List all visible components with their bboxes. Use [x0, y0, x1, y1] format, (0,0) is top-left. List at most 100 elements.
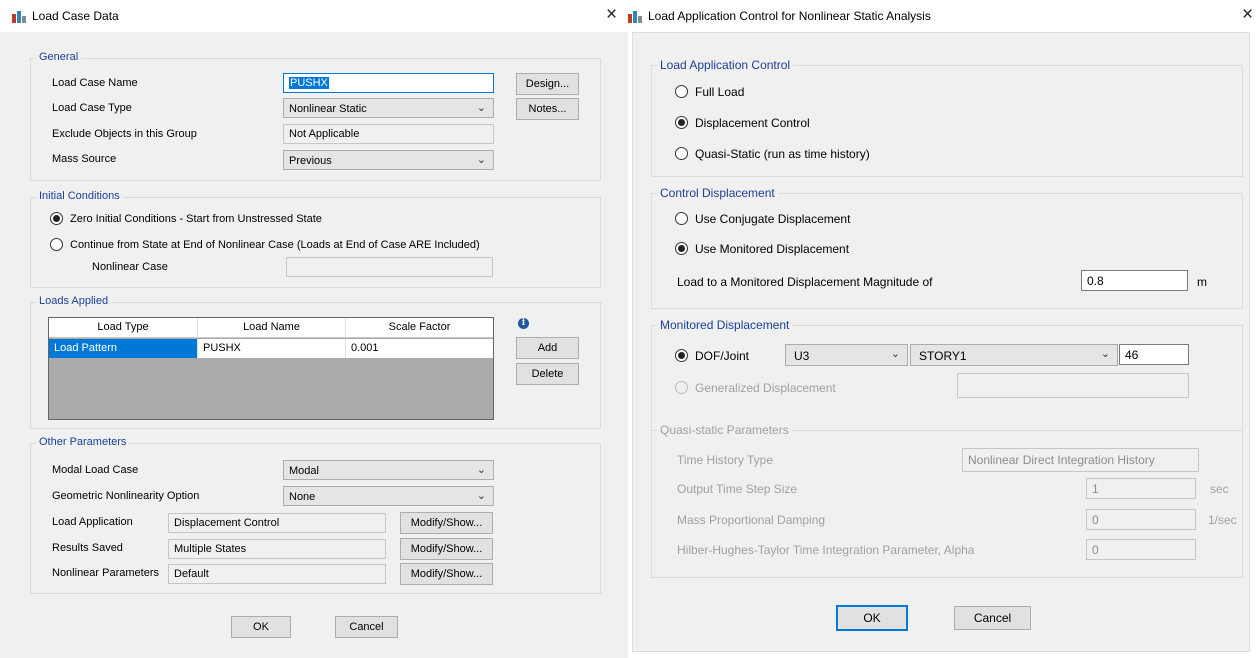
left-ok-button[interactable]: OK — [231, 616, 291, 638]
right-cancel-button[interactable]: Cancel — [954, 606, 1031, 630]
etabs-app-icon — [12, 10, 26, 23]
load-application-field: Displacement Control — [168, 513, 386, 533]
output-time-step-field: 1 — [1086, 478, 1196, 499]
dof-select[interactable]: U3 ⌄ — [785, 344, 908, 366]
displacement-control-radio[interactable] — [675, 116, 688, 129]
mass-proportional-damping-field: 0 — [1086, 509, 1196, 530]
chevron-down-icon: ⌄ — [476, 490, 486, 502]
continue-state-label: Continue from State at End of Nonlinear … — [70, 239, 480, 251]
geometric-nonlinearity-select[interactable]: None ⌄ — [283, 486, 494, 506]
initial-conditions-legend: Initial Conditions — [36, 190, 123, 202]
zero-initial-radio[interactable] — [50, 212, 63, 225]
column-header[interactable]: Load Name — [198, 318, 346, 338]
generalized-displacement-field — [957, 373, 1189, 398]
generalized-displacement-label: Generalized Displacement — [695, 381, 836, 395]
control-displacement-legend: Control Displacement — [657, 186, 778, 200]
conjugate-displacement-radio[interactable] — [675, 212, 688, 225]
dof-value: U3 — [794, 349, 810, 363]
hht-alpha-field: 0 — [1086, 539, 1196, 560]
left-cancel-button[interactable]: Cancel — [335, 616, 398, 638]
right-client-area: Load Application Control Full Load Displ… — [632, 32, 1250, 652]
quasi-static-parameters-legend: Quasi-static Parameters — [657, 423, 792, 437]
load-case-name-label: Load Case Name — [52, 77, 138, 89]
load-case-type-label: Load Case Type — [52, 102, 132, 114]
modal-load-case-value: Modal — [289, 465, 319, 477]
time-history-type-field: Nonlinear Direct Integration History — [962, 448, 1199, 472]
loads-grid[interactable]: Load Type Load Name Scale Factor Load Pa… — [48, 317, 494, 420]
load-application-control-legend: Load Application Control — [657, 58, 794, 72]
notes-button[interactable]: Notes... — [516, 98, 579, 120]
modify-show-results-saved-button[interactable]: Modify/Show... — [400, 538, 493, 560]
modify-show-load-application-button[interactable]: Modify/Show... — [400, 512, 493, 534]
nonlinear-case-label: Nonlinear Case — [92, 261, 168, 273]
load-case-name-value: PUSHX — [289, 77, 329, 89]
displacement-control-label: Displacement Control — [695, 116, 810, 130]
story-select[interactable]: STORY1 ⌄ — [910, 344, 1118, 366]
output-time-step-label: Output Time Step Size — [677, 482, 798, 496]
full-load-label: Full Load — [695, 85, 745, 99]
column-header[interactable]: Load Type — [49, 318, 198, 338]
other-parameters-legend: Other Parameters — [36, 436, 130, 448]
chevron-down-icon: ⌄ — [476, 464, 486, 476]
story-value: STORY1 — [919, 349, 967, 363]
modal-load-case-label: Modal Load Case — [52, 464, 139, 476]
right-titlebar: Load Application Control for Nonlinear S… — [628, 0, 1260, 32]
dof-joint-label: DOF/Joint — [695, 349, 750, 363]
modal-load-case-select[interactable]: Modal ⌄ — [283, 460, 494, 480]
delete-load-button[interactable]: Delete — [516, 363, 579, 385]
table-cell-load-name[interactable]: PUSHX — [198, 339, 346, 358]
mass-source-label: Mass Source — [52, 153, 117, 165]
load-case-type-value: Nonlinear Static — [289, 103, 367, 115]
table-cell-load-type[interactable]: Load Pattern — [49, 339, 198, 358]
zero-initial-label: Zero Initial Conditions - Start from Uns… — [70, 213, 322, 225]
mass-source-select[interactable]: Previous ⌄ — [283, 150, 494, 170]
monitored-displacement-label: Use Monitored Displacement — [695, 242, 850, 256]
geometric-nonlinearity-label: Geometric Nonlinearity Option — [52, 490, 200, 502]
results-saved-field: Multiple States — [168, 539, 386, 559]
quasi-static-radio[interactable] — [675, 147, 688, 160]
chevron-down-icon: ⌄ — [476, 102, 486, 114]
left-client-area: General Load Case Name PUSHX Design... L… — [0, 32, 628, 658]
add-load-button[interactable]: Add — [516, 337, 579, 359]
monitored-displacement-radio[interactable] — [675, 242, 688, 255]
mass-source-value: Previous — [289, 155, 332, 167]
table-cell-scale-factor[interactable]: 0.001 — [346, 339, 493, 358]
results-saved-label: Results Saved — [52, 542, 123, 554]
nonlinear-parameters-label: Nonlinear Parameters — [52, 567, 159, 579]
output-time-step-unit: sec — [1210, 482, 1229, 496]
quasi-static-label: Quasi-Static (run as time history) — [695, 147, 870, 161]
column-header[interactable]: Scale Factor — [346, 318, 493, 338]
geometric-nonlinearity-value: None — [289, 491, 316, 503]
chevron-down-icon: ⌄ — [476, 154, 486, 166]
right-close-icon[interactable]: × — [1242, 4, 1253, 26]
dof-joint-radio[interactable] — [675, 349, 688, 362]
displacement-magnitude-label: Load to a Monitored Displacement Magnitu… — [677, 275, 933, 289]
modify-show-nonlinear-parameters-button[interactable]: Modify/Show... — [400, 563, 493, 585]
joint-input[interactable]: 46 — [1119, 344, 1189, 365]
exclude-objects-field: Not Applicable — [283, 124, 494, 144]
left-close-icon[interactable]: × — [606, 4, 617, 26]
mass-proportional-damping-unit: 1/sec — [1208, 513, 1237, 527]
right-ok-button[interactable]: OK — [836, 605, 908, 631]
generalized-displacement-radio[interactable] — [675, 381, 688, 394]
hht-alpha-label: Hilber-Hughes-Taylor Time Integration Pa… — [677, 543, 975, 557]
load-application-label: Load Application — [52, 516, 133, 528]
displacement-unit-label: m — [1197, 275, 1207, 289]
nonlinear-case-field — [286, 257, 493, 277]
general-legend: General — [36, 51, 82, 63]
mass-proportional-damping-label: Mass Proportional Damping — [677, 513, 826, 527]
right-window-title: Load Application Control for Nonlinear S… — [648, 9, 931, 23]
conjugate-displacement-label: Use Conjugate Displacement — [695, 212, 851, 226]
continue-state-radio[interactable] — [50, 238, 63, 251]
left-window-title: Load Case Data — [32, 9, 119, 23]
load-case-name-input[interactable]: PUSHX — [283, 73, 494, 93]
info-icon[interactable]: i — [518, 318, 529, 329]
nonlinear-parameters-field: Default — [168, 564, 386, 584]
left-titlebar: Load Case Data × — [0, 0, 628, 32]
design-button[interactable]: Design... — [516, 73, 579, 95]
displacement-magnitude-input[interactable]: 0.8 — [1081, 270, 1188, 291]
full-load-radio[interactable] — [675, 85, 688, 98]
etabs-app-icon — [628, 10, 642, 23]
load-case-type-select[interactable]: Nonlinear Static ⌄ — [283, 98, 494, 118]
loads-applied-legend: Loads Applied — [36, 295, 112, 307]
